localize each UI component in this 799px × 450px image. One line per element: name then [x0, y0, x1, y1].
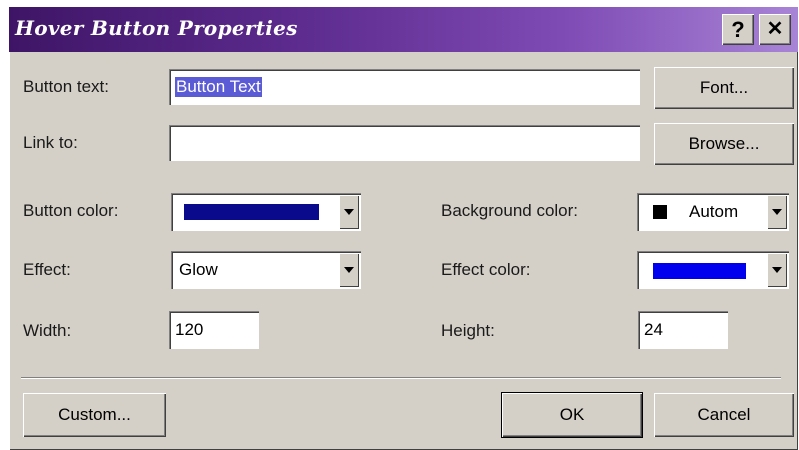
width-input[interactable]: 120 [169, 311, 259, 349]
button-color-dropdown[interactable] [171, 193, 361, 231]
dialog-title: Hover Button Properties [15, 16, 298, 40]
ok-button[interactable]: OK [502, 393, 642, 437]
cancel-button[interactable]: Cancel [654, 393, 794, 437]
hover-button-properties-dialog: Hover Button Properties ? ✕ Button text:… [9, 7, 798, 450]
background-color-dropdown-button[interactable] [767, 195, 787, 229]
background-color-label: Background color: [441, 201, 579, 220]
help-button[interactable]: ? [722, 14, 754, 45]
background-color-value: Autom [689, 202, 739, 221]
effect-value: Glow [179, 260, 218, 279]
button-color-dropdown-button[interactable] [339, 195, 359, 229]
link-to-label: Link to: [23, 133, 78, 152]
effect-dropdown-button[interactable] [339, 253, 359, 287]
separator [21, 377, 781, 379]
button-text-input[interactable]: Button Text [169, 69, 640, 105]
chevron-down-icon [772, 267, 782, 273]
custom-button[interactable]: Custom... [23, 393, 166, 437]
width-value: 120 [175, 320, 204, 339]
effect-label: Effect: [23, 260, 71, 279]
link-to-input[interactable] [169, 125, 640, 161]
chevron-down-icon [344, 267, 354, 273]
chevron-down-icon [344, 209, 354, 215]
height-label: Height: [441, 321, 495, 340]
background-color-dropdown[interactable]: Autom [637, 193, 789, 231]
effect-color-label: Effect color: [441, 260, 531, 279]
effect-color-swatch [653, 263, 746, 279]
title-bar[interactable]: Hover Button Properties ? ✕ [9, 7, 798, 52]
font-button[interactable]: Font... [654, 67, 794, 109]
effect-color-dropdown-button[interactable] [767, 253, 787, 287]
width-label: Width: [23, 321, 72, 340]
background-color-swatch [653, 205, 667, 219]
button-text-label: Button text: [23, 77, 109, 96]
height-value: 24 [644, 320, 663, 339]
height-input[interactable]: 24 [638, 311, 728, 349]
browse-button[interactable]: Browse... [654, 123, 794, 165]
chevron-down-icon [772, 209, 782, 215]
button-color-label: Button color: [23, 201, 119, 220]
effect-color-dropdown[interactable] [637, 251, 789, 289]
button-text-value: Button Text [175, 77, 262, 97]
button-color-swatch [184, 204, 319, 220]
close-button[interactable]: ✕ [759, 14, 791, 45]
effect-dropdown[interactable]: Glow [171, 251, 361, 289]
